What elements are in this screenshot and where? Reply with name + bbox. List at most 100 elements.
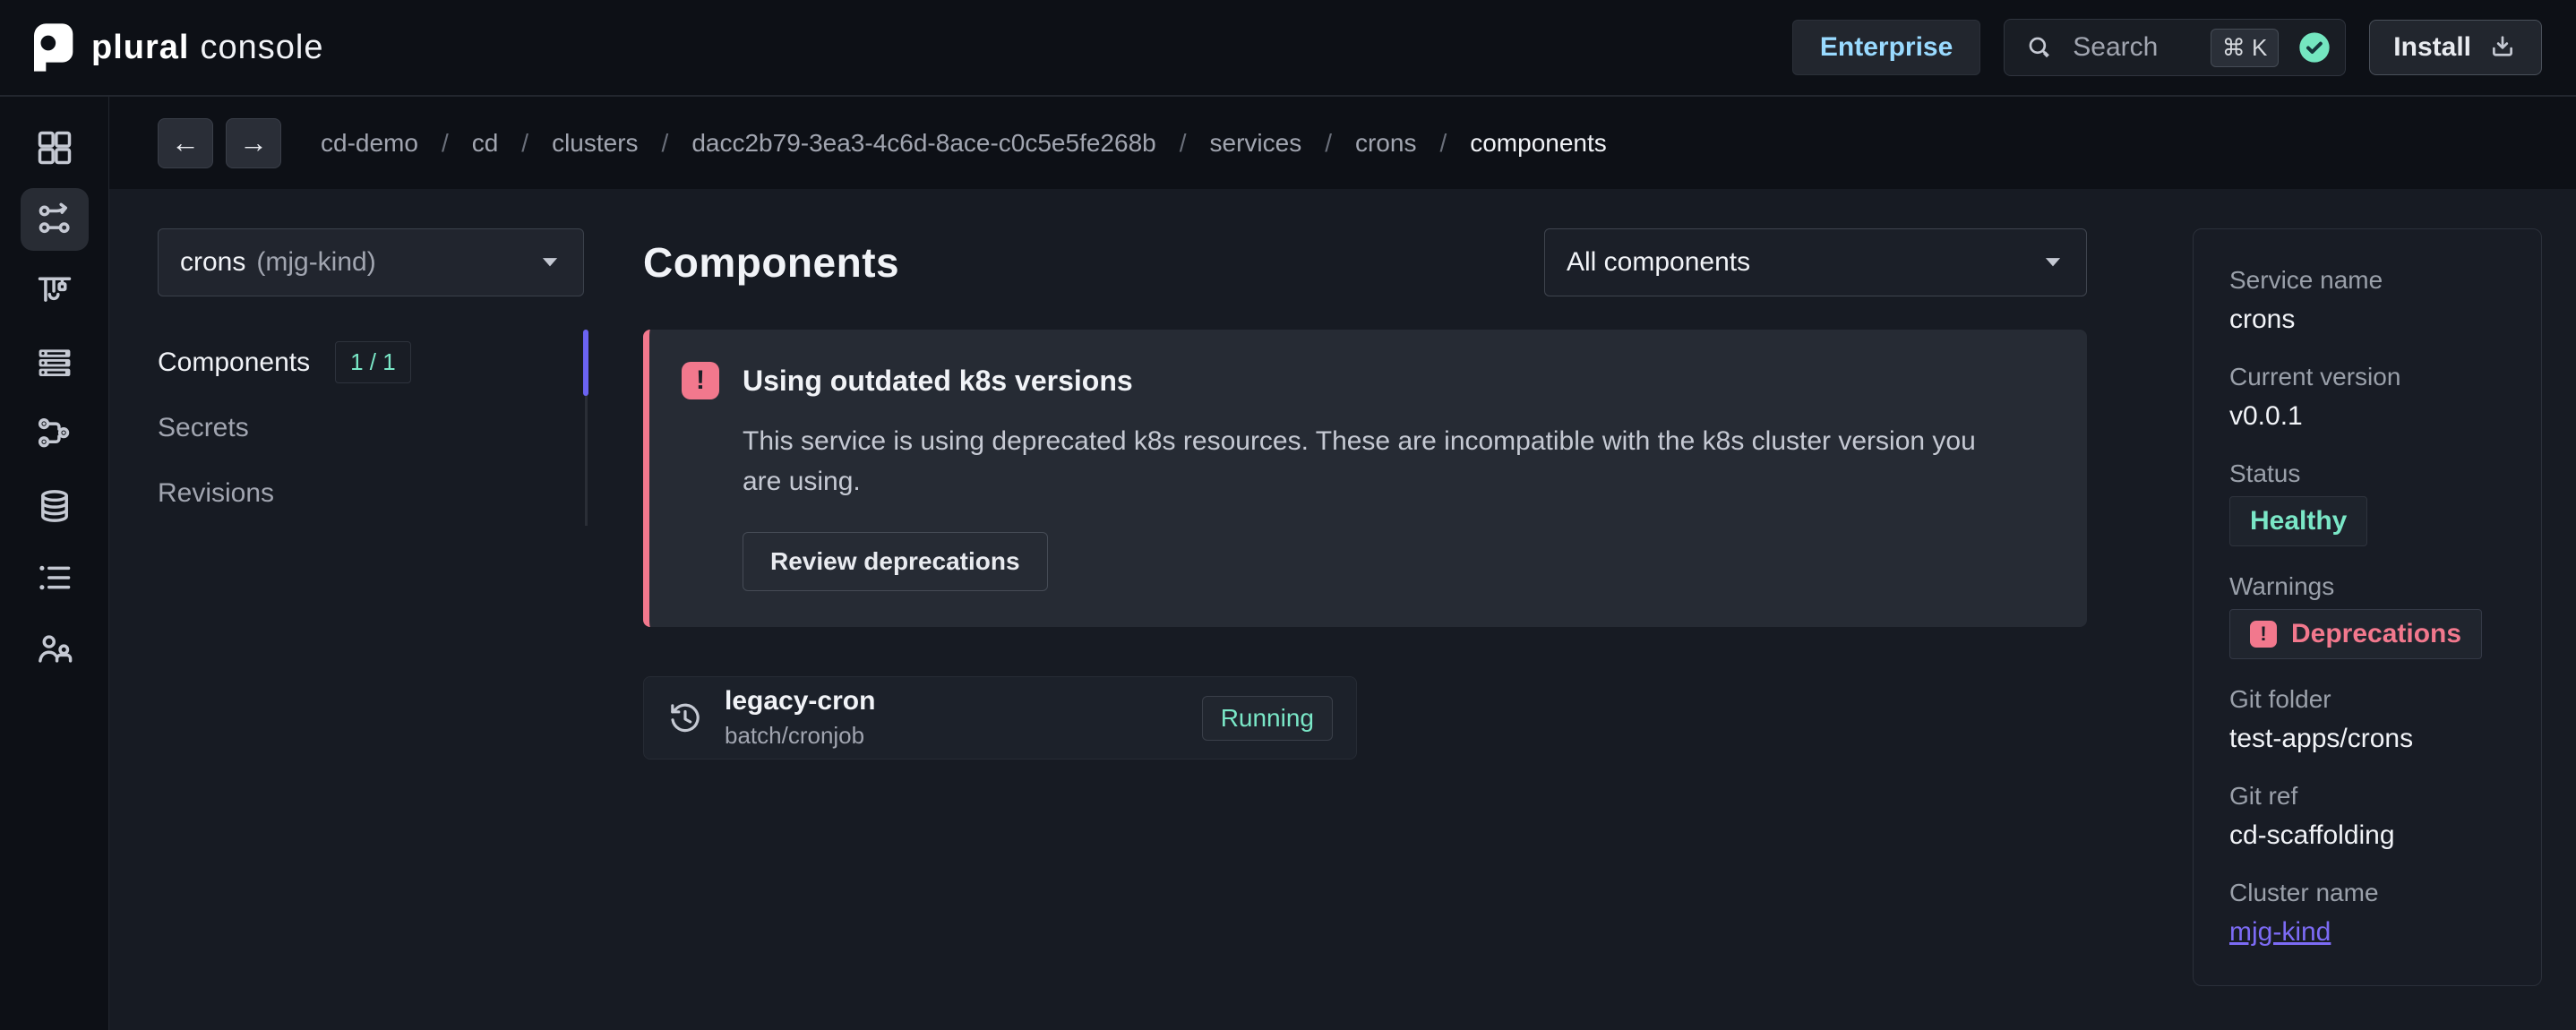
- warning-icon: !: [682, 362, 719, 399]
- breadcrumb-item[interactable]: crons: [1355, 129, 1416, 158]
- download-icon: [2487, 32, 2518, 63]
- warning-icon: !: [2250, 621, 2277, 648]
- crane-icon: [35, 271, 74, 311]
- field-service-name: Service name crons: [2229, 265, 2505, 337]
- install-label: Install: [2393, 32, 2471, 63]
- content-area: crons (mjg-kind) Components 1 / 1 Secret…: [109, 189, 2576, 1030]
- breadcrumb-item[interactable]: dacc2b79-3ea3-4c6d-8ace-c0c5e5fe268b: [691, 129, 1155, 158]
- deprecations-badge-label: Deprecations: [2291, 619, 2461, 649]
- breadcrumb-separator: /: [1180, 129, 1187, 158]
- install-button[interactable]: Install: [2369, 20, 2542, 75]
- rail-item-account[interactable]: [21, 618, 89, 681]
- breadcrumb-item[interactable]: cd-demo: [321, 129, 418, 158]
- people-icon: [35, 630, 74, 669]
- page-title: Components: [643, 238, 899, 287]
- top-bar-actions: Enterprise Search ⌘ K Install: [1792, 19, 2542, 76]
- product-name: console: [200, 29, 323, 66]
- status-healthy-badge: Healthy: [2229, 496, 2367, 546]
- components-count-badge: 1 / 1: [335, 341, 411, 383]
- warning-content: Using outdated k8s versions This service…: [743, 360, 2005, 591]
- brand-name: plural: [91, 29, 189, 66]
- search-shortcut-badge: ⌘ K: [2211, 29, 2280, 67]
- search-icon: [2024, 32, 2055, 63]
- field-value: test-apps/crons: [2229, 722, 2505, 756]
- main-header: Components All components: [643, 228, 2087, 296]
- breadcrumb-item[interactable]: services: [1210, 129, 1302, 158]
- component-card-legacy-cron[interactable]: legacy-cron batch/cronjob Running: [643, 676, 1357, 760]
- breadcrumb-separator: /: [521, 129, 528, 158]
- cluster-link[interactable]: mjg-kind: [2229, 917, 2331, 947]
- back-button[interactable]: ←: [158, 118, 213, 168]
- pipeline-icon: [35, 200, 74, 239]
- breadcrumb-item[interactable]: cd: [472, 129, 499, 158]
- app-shell: ← → cd-demo / cd / clusters / dacc2b79-3…: [0, 97, 2576, 1030]
- breadcrumb-bar: ← → cd-demo / cd / clusters / dacc2b79-3…: [109, 97, 2576, 189]
- component-filter-value: All components: [1567, 247, 1750, 278]
- service-panel: crons (mjg-kind) Components 1 / 1 Secret…: [109, 189, 643, 1030]
- component-kind: batch/cronjob: [725, 722, 875, 750]
- history-clock-icon: [667, 700, 703, 736]
- breadcrumb-separator: /: [662, 129, 669, 158]
- service-selector[interactable]: crons (mjg-kind): [158, 228, 584, 296]
- breadcrumb-item-current[interactable]: components: [1470, 129, 1607, 158]
- breadcrumb-separator: /: [1325, 129, 1332, 158]
- field-warnings: Warnings ! Deprecations: [2229, 571, 2505, 659]
- enterprise-label: Enterprise: [1820, 32, 1953, 63]
- field-git-ref: Git ref cd-scaffolding: [2229, 781, 2505, 853]
- left-icon-rail: [0, 97, 109, 1030]
- field-cluster-name: Cluster name mjg-kind: [2229, 878, 2505, 949]
- chevron-down-icon: [538, 251, 562, 274]
- forward-button[interactable]: →: [226, 118, 281, 168]
- plural-logo-icon: [27, 21, 77, 74]
- field-status: Status Healthy: [2229, 459, 2505, 546]
- field-label: Git folder: [2229, 684, 2505, 715]
- chevron-down-icon: [2041, 251, 2065, 274]
- plural-console-app: plural console Enterprise Search ⌘ K: [0, 0, 2576, 1030]
- plural-logo: plural console: [27, 21, 323, 74]
- main-column: Components All components ! Using outdat…: [643, 189, 2087, 1030]
- field-value: v0.0.1: [2229, 399, 2505, 433]
- rail-item-stacks[interactable]: [21, 260, 89, 322]
- deprecations-badge[interactable]: ! Deprecations: [2229, 609, 2482, 659]
- rail-item-dashboard[interactable]: [21, 116, 89, 179]
- component-filter-select[interactable]: All components: [1544, 228, 2087, 296]
- service-details-card: Service name crons Current version v0.0.…: [2193, 228, 2542, 986]
- bullet-list-icon: [35, 558, 74, 597]
- tab-components[interactable]: Components 1 / 1: [158, 330, 588, 395]
- component-card-text: legacy-cron batch/cronjob: [725, 686, 875, 750]
- breadcrumb-item[interactable]: clusters: [552, 129, 638, 158]
- service-selector-cluster: (mjg-kind): [256, 247, 375, 278]
- field-value: crons: [2229, 303, 2505, 337]
- deprecation-warning-banner: ! Using outdated k8s versions This servi…: [643, 330, 2087, 627]
- breadcrumb-separator: /: [442, 129, 449, 158]
- rail-item-kubernetes[interactable]: [21, 403, 89, 466]
- tab-secrets-label: Secrets: [158, 413, 249, 443]
- search-status-check-icon: [2297, 30, 2332, 65]
- active-tab-indicator: [583, 330, 588, 396]
- service-tab-list: Components 1 / 1 Secrets Revisions: [158, 330, 588, 526]
- field-label: Service name: [2229, 265, 2505, 296]
- field-current-version: Current version v0.0.1: [2229, 362, 2505, 433]
- graph-nodes-icon: [35, 415, 74, 454]
- rail-item-continuous-deployment[interactable]: [21, 188, 89, 251]
- tab-secrets[interactable]: Secrets: [158, 395, 588, 460]
- breadcrumb: cd-demo / cd / clusters / dacc2b79-3ea3-…: [321, 129, 1607, 158]
- review-deprecations-button[interactable]: Review deprecations: [743, 532, 1048, 591]
- history-nav: ← →: [158, 118, 281, 168]
- enterprise-button[interactable]: Enterprise: [1792, 20, 1980, 75]
- search-input[interactable]: Search ⌘ K: [2004, 19, 2346, 76]
- rail-item-audit-log[interactable]: [21, 546, 89, 609]
- dashboard-icon: [35, 128, 74, 167]
- field-git-folder: Git folder test-apps/crons: [2229, 684, 2505, 756]
- warning-body: This service is using deprecated k8s res…: [743, 421, 2005, 502]
- rail-item-database[interactable]: [21, 475, 89, 537]
- servers-icon: [35, 343, 74, 382]
- component-status-badge: Running: [1202, 696, 1333, 741]
- tab-revisions-label: Revisions: [158, 478, 274, 509]
- tab-revisions[interactable]: Revisions: [158, 460, 588, 526]
- field-label: Warnings: [2229, 571, 2505, 602]
- rail-item-clusters[interactable]: [21, 331, 89, 394]
- top-bar: plural console Enterprise Search ⌘ K: [0, 0, 2576, 97]
- warning-title: Using outdated k8s versions: [743, 365, 2005, 398]
- field-label: Current version: [2229, 362, 2505, 392]
